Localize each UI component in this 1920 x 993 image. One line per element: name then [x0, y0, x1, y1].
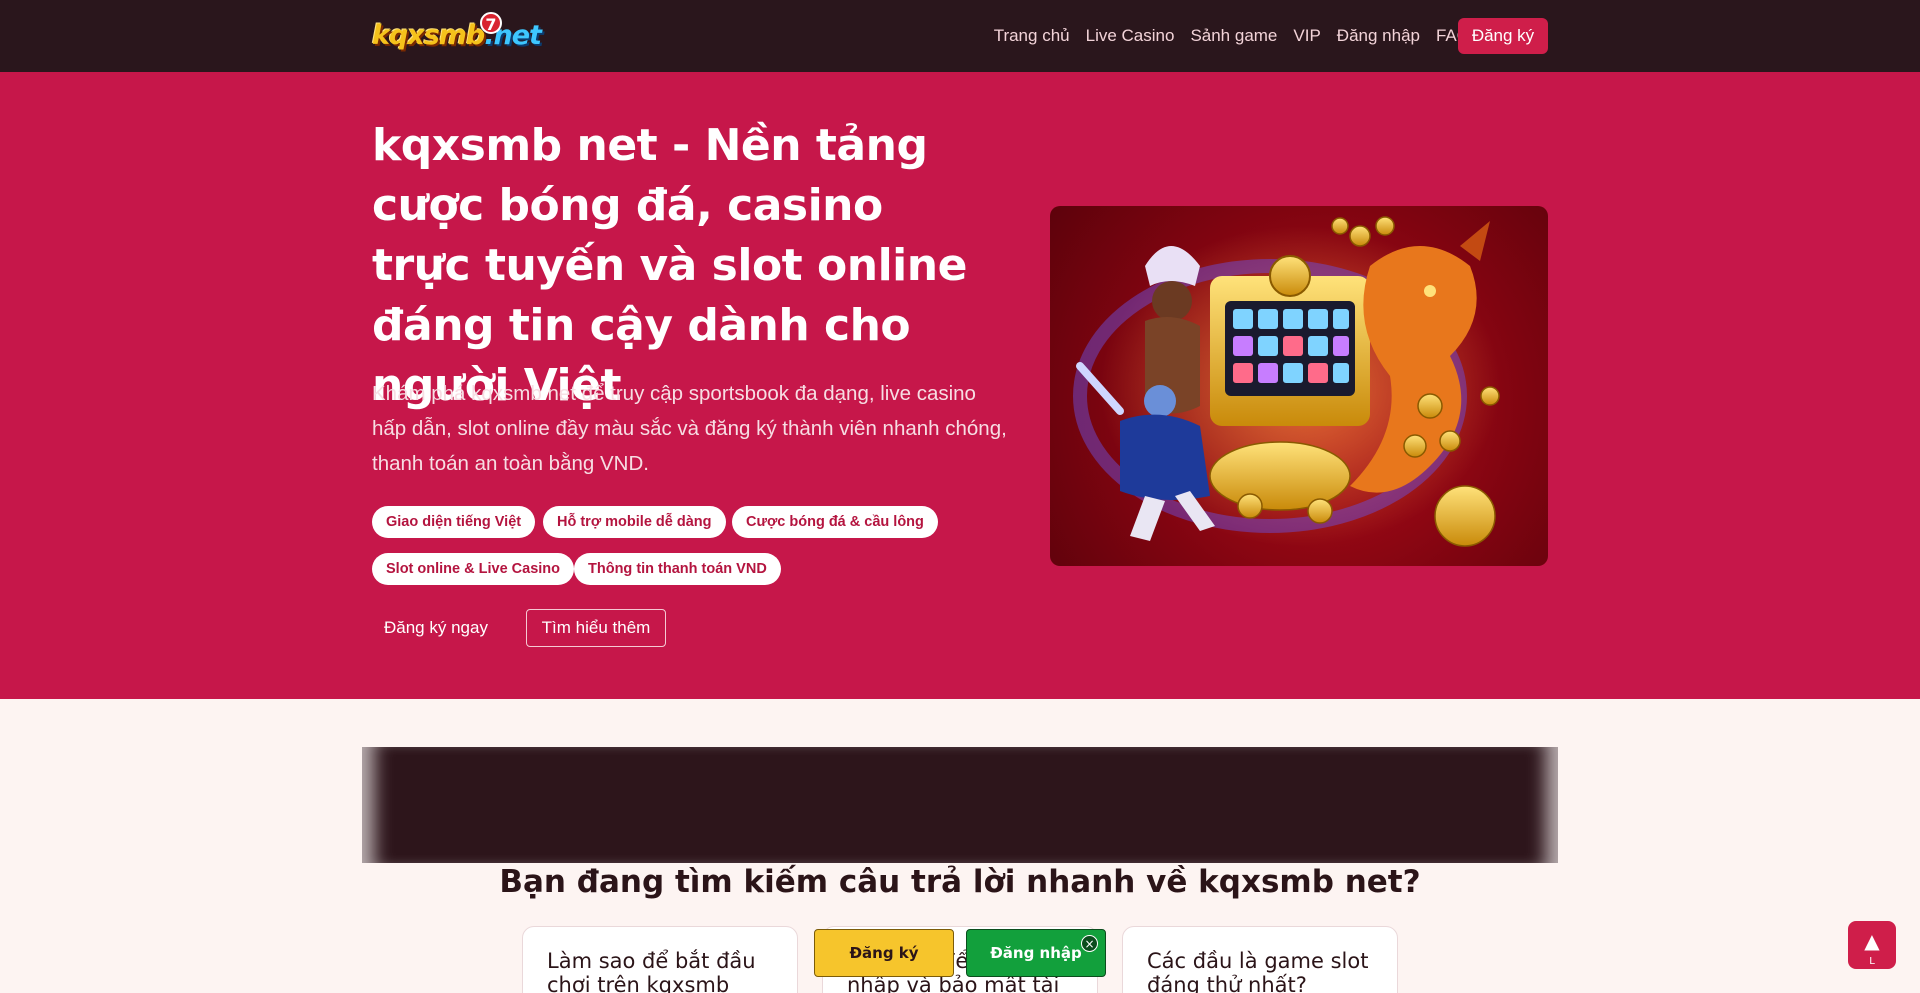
- chip-vnd-payment: Thông tin thanh toán VND: [574, 553, 781, 585]
- close-icon[interactable]: ×: [1081, 935, 1098, 952]
- chip-mobile-support: Hỗ trợ mobile dễ dàng: [543, 506, 726, 538]
- chip-slot-live-casino: Slot online & Live Casino: [372, 553, 575, 585]
- nav-live-casino[interactable]: Live Casino: [1086, 26, 1175, 46]
- nav-login[interactable]: Đăng nhập: [1337, 26, 1420, 46]
- register-now-button[interactable]: Đăng ký ngay: [372, 609, 506, 647]
- site-logo[interactable]: kqxsmb.net 7: [372, 12, 542, 58]
- learn-more-button[interactable]: Tìm hiểu thêm: [526, 609, 666, 647]
- back-to-top-label: L: [1869, 956, 1875, 967]
- main-nav: Trang chủ Live Casino Sảnh game VIP Đăng…: [978, 0, 1470, 72]
- hero-description: Khám phá kqxsmb net để truy cập sportsbo…: [372, 382, 1007, 475]
- faq-card-1[interactable]: Làm sao để bắt đầu chơi trên kqxsmb net?: [522, 926, 798, 993]
- faq-card-3[interactable]: Các đầu là game slot đáng thử nhất?: [1122, 926, 1398, 993]
- nav-home[interactable]: Trang chủ: [994, 26, 1070, 46]
- back-to-top-button[interactable]: ▲ L: [1848, 921, 1896, 969]
- chip-vietnamese-ui: Giao diện tiếng Việt: [372, 506, 536, 538]
- nav-vip[interactable]: VIP: [1293, 26, 1320, 46]
- logo-main-text: kqxsmb: [372, 20, 485, 51]
- faq-title: Bạn đang tìm kiếm câu trả lời nhanh về k…: [499, 864, 1421, 900]
- hero-title: kqxsmb net - Nền tảng cược bóng đá, casi…: [372, 120, 967, 411]
- chip-football-badminton: Cược bóng đá & cầu lông: [732, 506, 938, 538]
- logo-seven-badge: 7: [480, 12, 502, 34]
- hero-section: kqxsmb net - Nền tảng cược bóng đá, casi…: [0, 72, 1920, 699]
- site-header: kqxsmb.net 7 Trang chủ Live Casino Sảnh …: [0, 0, 1920, 72]
- nav-game-lobby[interactable]: Sảnh game: [1190, 26, 1277, 46]
- logo-text: kqxsmb.net: [372, 20, 542, 51]
- hero-casino-illustration: [1050, 206, 1548, 566]
- slot-machine: [1210, 255, 1370, 426]
- arrow-up-icon: ▲: [1864, 929, 1880, 953]
- casino-illustration-svg: [1073, 216, 1500, 547]
- header-register-button[interactable]: Đăng ký: [1458, 18, 1548, 54]
- floating-register-button[interactable]: Đăng ký: [814, 929, 954, 977]
- dark-banner: [362, 747, 1558, 863]
